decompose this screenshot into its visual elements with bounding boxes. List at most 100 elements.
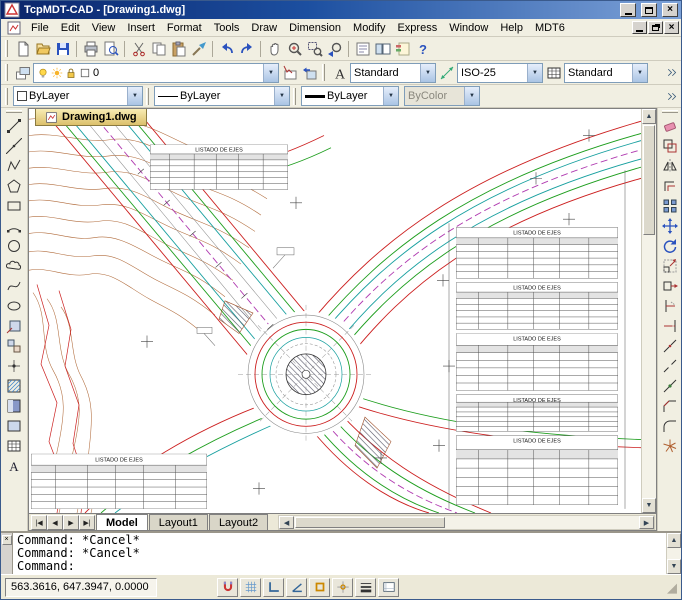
open-button[interactable]	[33, 39, 52, 58]
toolbar-grip[interactable]	[5, 88, 8, 105]
mtext-button[interactable]	[5, 457, 24, 475]
dim-style-button[interactable]	[437, 63, 456, 82]
props-button[interactable]	[353, 39, 372, 58]
move-button[interactable]	[660, 217, 679, 235]
dim-style-select[interactable]: ISO-25 ▼	[457, 63, 543, 83]
undo-button[interactable]	[217, 39, 236, 58]
menu-format[interactable]: Format	[161, 20, 208, 36]
toolbar-grip[interactable]	[6, 110, 22, 113]
insblock-button[interactable]	[5, 317, 24, 335]
layer-previous-button[interactable]	[300, 63, 319, 82]
scroll-up-icon[interactable]: ▲	[667, 533, 681, 548]
toolbar-grip[interactable]	[5, 40, 8, 57]
lineweight-select[interactable]: ByLayer ▼	[301, 86, 399, 106]
save-button[interactable]	[53, 39, 72, 58]
offset-button[interactable]	[660, 177, 679, 195]
menu-draw[interactable]: Draw	[245, 20, 283, 36]
spline-button[interactable]	[5, 277, 24, 295]
linetype-select[interactable]: ByLayer ▼	[154, 86, 290, 106]
dropdown-arrow-icon[interactable]: ▼	[383, 87, 398, 105]
table-button[interactable]	[5, 437, 24, 455]
text-style-button[interactable]	[330, 63, 349, 82]
toolbar-overflow-button[interactable]	[663, 64, 679, 82]
scroll-left-icon[interactable]: ◀	[279, 516, 294, 529]
array-button[interactable]	[660, 197, 679, 215]
command-scrollbar[interactable]: ▲ ▼	[666, 533, 681, 574]
print-button[interactable]	[81, 39, 100, 58]
arc-button[interactable]	[5, 217, 24, 235]
next-tab-button[interactable]: ▶	[63, 515, 79, 530]
layer-manager-button[interactable]	[13, 63, 32, 82]
text-style-select[interactable]: Standard ▼	[350, 63, 436, 83]
scroll-up-icon[interactable]: ▲	[642, 109, 656, 124]
dropdown-arrow-icon[interactable]: ▼	[263, 64, 278, 82]
close-button[interactable]: ×	[662, 3, 678, 17]
toolbar-grip[interactable]	[293, 88, 296, 105]
menu-view[interactable]: View	[86, 20, 122, 36]
scroll-track[interactable]	[642, 236, 656, 498]
maximize-button[interactable]	[641, 3, 657, 17]
polygon-button[interactable]	[5, 177, 24, 195]
rect-button[interactable]	[5, 197, 24, 215]
first-tab-button[interactable]: |◀	[31, 515, 47, 530]
help-button[interactable]	[413, 39, 432, 58]
trim-button[interactable]	[660, 297, 679, 315]
erase-button[interactable]	[660, 117, 679, 135]
zoom-button[interactable]	[285, 39, 304, 58]
extend-button[interactable]	[660, 317, 679, 335]
menu-dimension[interactable]: Dimension	[283, 20, 347, 36]
mirror-button[interactable]	[660, 157, 679, 175]
toolbar-grip[interactable]	[322, 64, 325, 81]
vertical-scrollbar[interactable]: ▲ ▼	[641, 109, 656, 513]
scale-button[interactable]	[660, 257, 679, 275]
menu-modify[interactable]: Modify	[347, 20, 391, 36]
menu-insert[interactable]: Insert	[121, 20, 161, 36]
minimize-button[interactable]	[620, 3, 636, 17]
vertical-scroll-thumb[interactable]	[643, 125, 655, 235]
circle-button[interactable]	[5, 237, 24, 255]
pline-button[interactable]	[5, 157, 24, 175]
menu-file[interactable]: File	[25, 20, 55, 36]
menu-mdt6[interactable]: MDT6	[529, 20, 571, 36]
command-history[interactable]: Command: *Cancel* Command: *Cancel* Comm…	[13, 533, 666, 574]
tab-layout2[interactable]: Layout2	[209, 514, 268, 530]
dcenter-button[interactable]	[373, 39, 392, 58]
zoomprev-button[interactable]	[325, 39, 344, 58]
title-bar[interactable]: TcpMDT-CAD - [Drawing1.dwg] ×	[1, 1, 681, 19]
scroll-down-icon[interactable]: ▼	[667, 559, 681, 574]
scroll-track[interactable]	[446, 516, 639, 529]
prev-tab-button[interactable]: ◀	[47, 515, 63, 530]
dropdown-arrow-icon[interactable]: ▼	[632, 64, 647, 82]
layer-select[interactable]: 0 ▼	[33, 63, 279, 83]
polar-button[interactable]	[286, 578, 307, 597]
paste-button[interactable]	[169, 39, 188, 58]
toolbar-grip[interactable]	[5, 64, 8, 81]
zoomwin-button[interactable]	[305, 39, 324, 58]
join-button[interactable]	[660, 377, 679, 395]
osnap-button[interactable]	[309, 578, 330, 597]
menu-edit[interactable]: Edit	[55, 20, 86, 36]
tab-model[interactable]: Model	[96, 514, 148, 530]
cad-drawing[interactable]: LISTADO DE EJES LISTADO DE EJES LISTADO …	[29, 109, 641, 513]
scroll-down-icon[interactable]: ▼	[642, 498, 656, 513]
point-button[interactable]	[5, 357, 24, 375]
toolbar-overflow-button[interactable]	[663, 87, 679, 105]
ellipse-button[interactable]	[5, 297, 24, 315]
dropdown-arrow-icon[interactable]: ▼	[420, 64, 435, 82]
toolbar-grip[interactable]	[146, 88, 149, 105]
coordinates-display[interactable]: 563.3616, 647.3947, 0.0000	[5, 578, 157, 597]
model-button[interactable]	[378, 578, 399, 597]
menu-help[interactable]: Help	[494, 20, 529, 36]
dropdown-arrow-icon[interactable]: ▼	[527, 64, 542, 82]
revcloud-button[interactable]	[5, 257, 24, 275]
make-layer-current-button[interactable]	[280, 63, 299, 82]
lwt-button[interactable]	[355, 578, 376, 597]
horizontal-scrollbar[interactable]: ◀ ▶	[278, 515, 655, 530]
menu-express[interactable]: Express	[391, 20, 443, 36]
region-button[interactable]	[5, 417, 24, 435]
stretch-button[interactable]	[660, 277, 679, 295]
table-style-select[interactable]: Standard ▼	[564, 63, 648, 83]
dropdown-arrow-icon[interactable]: ▼	[127, 87, 142, 105]
copy-button[interactable]	[149, 39, 168, 58]
gradient-button[interactable]	[5, 397, 24, 415]
